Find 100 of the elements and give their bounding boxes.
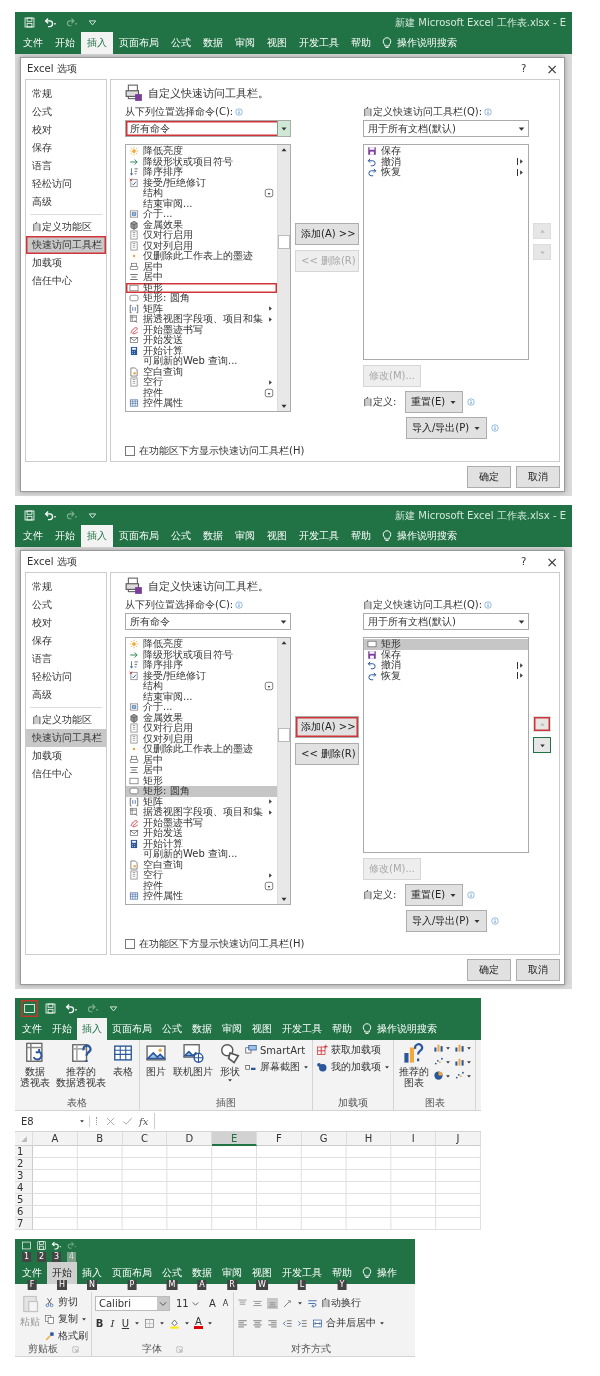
toolbar-item[interactable]: 撤消 [364, 660, 528, 671]
column-header[interactable]: D [167, 1132, 213, 1146]
ribbon-button[interactable]: 我的加载项 [316, 1060, 390, 1074]
toolbar-item[interactable]: 矩形 [364, 639, 528, 650]
category-item[interactable]: 常规 [26, 85, 106, 103]
command-item[interactable]: 居中 [126, 765, 277, 776]
ribbon-button[interactable]: 联机图片 [171, 1042, 215, 1097]
ribbon-tab[interactable]: 开始 [49, 32, 81, 54]
command-item[interactable]: 据透视图字段项、项目和集 [126, 807, 277, 818]
ribbon-tab[interactable]: 插入 [81, 32, 113, 54]
row-header[interactable]: 7 [15, 1218, 33, 1230]
font-size-field[interactable]: 11 [174, 1297, 204, 1310]
font-color-button[interactable]: A [194, 1317, 203, 1329]
command-item[interactable]: 可刷新的Web 查询... [126, 356, 277, 367]
remove-button[interactable]: << 删除(R) [295, 743, 359, 765]
add-button[interactable]: 添加(A) >> [295, 716, 359, 738]
category-item[interactable]: 轻松访问 [26, 668, 106, 686]
row-header[interactable]: 5 [15, 1194, 33, 1206]
category-item[interactable]: 校对 [26, 121, 106, 139]
ribbon-button[interactable]: 屏幕截图 [245, 1060, 309, 1074]
column-header[interactable]: A [33, 1132, 78, 1146]
category-item[interactable]: 常规 [26, 578, 106, 596]
column-header[interactable]: B [77, 1132, 123, 1146]
ribbon-button[interactable]: 获取加载项 [316, 1043, 390, 1057]
help-button[interactable]: ? [520, 556, 527, 567]
toolbar-item[interactable]: 撤消 [364, 156, 528, 167]
italic-button[interactable]: I [108, 1317, 117, 1329]
command-item[interactable]: 接受/拒绝修订 [126, 177, 277, 188]
command-item[interactable]: 降级形状或项目符号 [126, 649, 277, 660]
shrink-font-button[interactable]: A [221, 1299, 230, 1308]
toolbar-item[interactable]: 保存 [364, 649, 528, 660]
ribbon-tab[interactable]: 页面布局 [113, 525, 165, 547]
reset-button[interactable]: 重置(E) [405, 391, 464, 413]
ribbon-tab[interactable]: 插入 [77, 1018, 107, 1040]
command-item[interactable]: 介于... [126, 209, 277, 220]
scroll-thumb[interactable] [278, 235, 290, 249]
quick-access-button[interactable] [21, 14, 38, 31]
chart-type-button[interactable] [433, 1070, 451, 1081]
category-item[interactable]: 快速访问工具栏 [26, 729, 106, 747]
command-item[interactable]: 控件属性 [126, 398, 277, 409]
command-item[interactable]: 空行 [126, 377, 277, 388]
ribbon-button[interactable]: 推荐的 图表 [397, 1042, 431, 1097]
command-item[interactable]: 降序排序 [126, 167, 277, 178]
command-item[interactable]: 开始计算 [126, 345, 277, 356]
ribbon-tab[interactable]: 数据 [197, 525, 229, 547]
dropdown-field[interactable]: 用于所有文档(默认) [363, 613, 529, 630]
command-item[interactable]: 金属效果 [126, 219, 277, 230]
ok-button[interactable]: 确定 [467, 466, 511, 488]
ok-button[interactable]: 确定 [467, 959, 511, 981]
category-item[interactable]: 信任中心 [26, 765, 106, 783]
command-item[interactable]: 空白查询 [126, 859, 277, 870]
command-item[interactable]: 介于... [126, 702, 277, 713]
underline-button[interactable]: U [121, 1317, 130, 1329]
ribbon-tab[interactable]: 页面布局 [113, 32, 165, 54]
command-item[interactable]: 仅对列启用 [126, 733, 277, 744]
command-item[interactable]: 开始计算 [126, 838, 277, 849]
column-header[interactable]: F [257, 1132, 302, 1146]
reset-button[interactable]: 重置(E) [405, 884, 464, 906]
quick-access-button[interactable] [21, 1240, 32, 1251]
category-item[interactable]: 快速访问工具栏 [26, 236, 106, 254]
chart-type-button[interactable] [454, 1070, 472, 1081]
quick-access-button[interactable] [21, 507, 38, 524]
command-item[interactable]: 矩阵 [126, 303, 277, 314]
import-export-button[interactable]: 导入/导出(P) [406, 417, 488, 439]
category-item[interactable]: 语言 [26, 650, 106, 668]
tell-me-search[interactable]: 操作说明搜索 [377, 32, 461, 54]
ribbon-tab[interactable]: 数据 [187, 1018, 217, 1040]
category-item[interactable]: 保存 [26, 632, 106, 650]
wrap-text-button[interactable]: 自动换行 [307, 1296, 361, 1310]
command-item[interactable]: 金属效果 [126, 712, 277, 723]
grow-font-button[interactable]: A [208, 1298, 217, 1309]
ribbon-tab[interactable]: 文件 [17, 1018, 47, 1040]
command-item[interactable]: 降序排序 [126, 660, 277, 671]
command-item[interactable]: 开始发送 [126, 828, 277, 839]
checkbox[interactable] [125, 446, 135, 456]
command-item[interactable]: 矩形: 圆角 [126, 786, 277, 797]
ribbon-button[interactable]: 表格 [110, 1042, 136, 1097]
cell-grid[interactable] [33, 1146, 481, 1230]
ribbon-tab[interactable]: 开始 [49, 525, 81, 547]
ribbon-tab[interactable]: 视图 [261, 32, 293, 54]
command-item[interactable]: 开始发送 [126, 335, 277, 346]
command-item[interactable]: 控件 [126, 387, 277, 398]
ribbon-tab[interactable]: 插入 [81, 525, 113, 547]
ribbon-tab[interactable]: 帮助 [345, 525, 377, 547]
move-down-button[interactable] [533, 737, 551, 753]
category-item[interactable]: 加载项 [26, 747, 106, 765]
toolbar-item[interactable]: 恢复 [364, 167, 528, 178]
scroll-thumb[interactable] [278, 728, 290, 742]
ribbon-tab[interactable]: 公式 [165, 32, 197, 54]
cut-button[interactable]: 剪切 [44, 1295, 88, 1309]
insert-function-button[interactable]: fx [139, 1115, 149, 1127]
category-item[interactable]: 保存 [26, 139, 106, 157]
command-item[interactable]: 结构 [126, 188, 277, 199]
ribbon-tab[interactable]: 文件 [17, 32, 49, 54]
command-item[interactable]: 结构 [126, 681, 277, 692]
category-item[interactable]: 加载项 [26, 254, 106, 272]
command-item[interactable]: 空行 [126, 870, 277, 881]
row-header[interactable]: 2 [15, 1158, 33, 1170]
command-item[interactable]: 空白查询 [126, 366, 277, 377]
ribbon-tab[interactable]: 开发工具 [293, 32, 345, 54]
